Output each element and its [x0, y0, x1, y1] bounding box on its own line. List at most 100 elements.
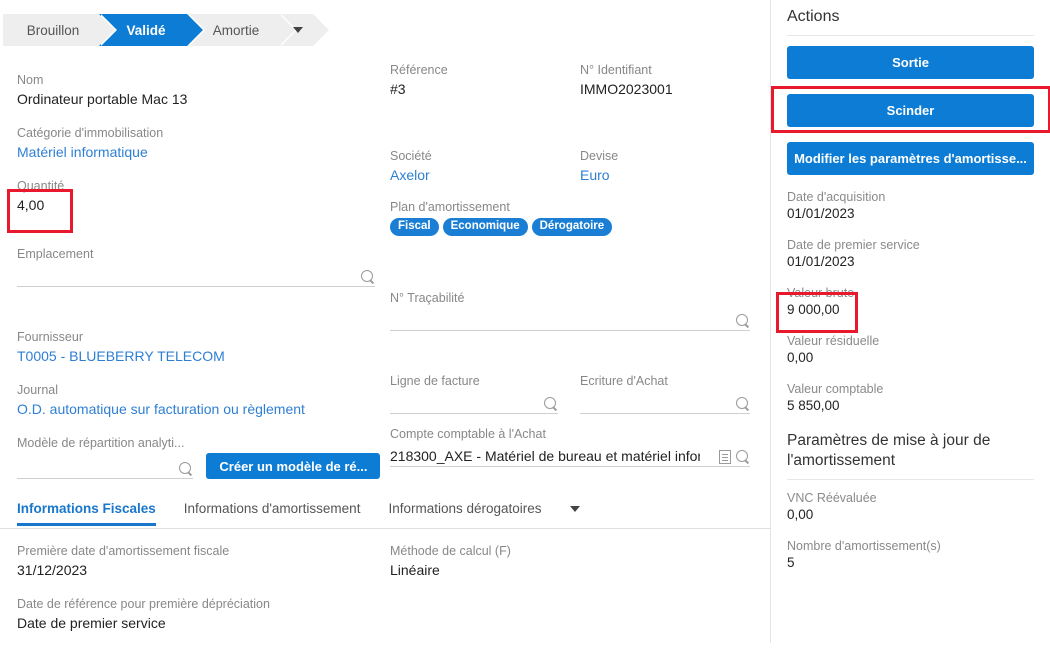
field-label: Ligne de facture: [390, 374, 480, 388]
input-value: 218300_AXE - Matériel de bureau et matér…: [390, 448, 700, 464]
field-modele-repartition: Modèle de répartition analyti... Créer u…: [17, 435, 380, 479]
field-label: Catégorie d'immobilisation: [17, 126, 164, 140]
field-label: Fournisseur: [17, 330, 83, 344]
sidebar-divider-2: [787, 479, 1034, 480]
field-categorie: Catégorie d'immobilisation Matériel info…: [17, 125, 380, 162]
modele-repartition-input[interactable]: [17, 456, 194, 479]
field-label: Valeur résiduelle: [787, 334, 880, 348]
field-value: 5 850,00: [787, 398, 840, 413]
mid-column: Référence #3 N° Identifiant IMMO2023001 …: [380, 54, 770, 495]
search-icon[interactable]: [736, 314, 750, 328]
field-devise: Devise Euro: [580, 148, 618, 185]
ecriture-achat-input[interactable]: [580, 391, 750, 414]
field-societe: Société Axelor: [390, 148, 580, 185]
tab-label: Informations dérogatoires: [388, 501, 542, 516]
status-pipeline[interactable]: Brouillon Validé Amortie: [3, 14, 331, 46]
field-label: Valeur comptable: [787, 382, 884, 396]
field-label: Nom: [17, 73, 44, 87]
field-value[interactable]: O.D. automatique sur facturation ou règl…: [17, 400, 380, 419]
chevron-down-icon: [293, 27, 303, 33]
sidebar-field-valeur-residuelle: Valeur résiduelle 0,00: [787, 333, 1034, 367]
field-label: Emplacement: [17, 247, 94, 261]
field-value: 01/01/2023: [787, 254, 855, 269]
field-label: Société: [390, 149, 432, 163]
tab-bar: Informations Fiscales Informations d'amo…: [0, 498, 770, 529]
field-value: IMMO2023001: [580, 81, 673, 97]
chevron-down-icon[interactable]: [569, 505, 580, 512]
field-value[interactable]: T0005 - BLUEBERRY TELECOM: [17, 347, 380, 366]
field-label: Première date d'amortissement fiscale: [17, 544, 230, 558]
creer-modele-button[interactable]: Créer un modèle de ré...: [206, 453, 380, 479]
highlight-quantite: [7, 189, 73, 233]
status-step-label: Amortie: [212, 22, 260, 38]
plan-badge: Dérogatoire: [531, 218, 613, 236]
field-value: 0,00: [787, 507, 814, 522]
sidebar-divider: [787, 35, 1034, 36]
asset-detail-page: Brouillon Validé Amortie Nom Ordinateur …: [0, 0, 1050, 643]
search-icon[interactable]: [179, 462, 193, 476]
field-ligne-facture: Ligne de facture: [390, 373, 558, 414]
sidebar-field-nombre-amortissements: Nombre d'amortissement(s) 5: [787, 538, 1034, 572]
emplacement-input[interactable]: [17, 264, 375, 287]
field-journal: Journal O.D. automatique sur facturation…: [17, 382, 380, 419]
sidebar-title: Actions: [787, 8, 840, 25]
field-value: 31/12/2023: [17, 562, 88, 578]
field-label: Nombre d'amortissement(s): [787, 539, 941, 553]
field-fournisseur: Fournisseur T0005 - BLUEBERRY TELECOM: [17, 329, 380, 366]
field-value[interactable]: Euro: [580, 166, 618, 185]
tab-label: Informations d'amortissement: [183, 501, 361, 516]
sidebar-section-title: Paramètres de mise à jour de l'amortisse…: [787, 432, 991, 469]
field-identifiant: N° Identifiant IMMO2023001: [580, 62, 673, 99]
field-nom: Nom Ordinateur portable Mac 13: [17, 72, 380, 109]
search-icon[interactable]: [736, 397, 750, 411]
tab-label: Informations Fiscales: [17, 501, 156, 516]
main-panel: Brouillon Validé Amortie Nom Ordinateur …: [0, 0, 770, 643]
actions-sidebar: Actions Sortie Scinder Modifier les para…: [770, 0, 1050, 643]
field-label: Méthode de calcul (F): [390, 544, 511, 558]
document-icon[interactable]: [719, 450, 731, 464]
field-value[interactable]: Matériel informatique: [17, 143, 380, 162]
field-value: 0,00: [787, 350, 814, 365]
field-methode-calcul: Méthode de calcul (F) Linéaire: [390, 543, 770, 580]
field-label: Ecriture d'Achat: [580, 374, 668, 388]
ligne-facture-input[interactable]: [390, 391, 558, 414]
field-label: Date de référence pour première déprécia…: [17, 597, 270, 611]
tab-informations-fiscales[interactable]: Informations Fiscales: [17, 501, 170, 526]
status-step-label: Validé: [126, 22, 166, 38]
field-value: Linéaire: [390, 562, 440, 578]
field-label: Modèle de répartition analyti...: [17, 436, 185, 450]
field-date-reference: Date de référence pour première déprécia…: [17, 596, 390, 633]
sidebar-field-valeur-comptable: Valeur comptable 5 850,00: [787, 381, 1034, 415]
field-label: Plan d'amortissement: [390, 200, 510, 214]
search-icon[interactable]: [736, 450, 750, 464]
tab-informations-amortissement[interactable]: Informations d'amortissement: [170, 501, 375, 525]
tab-informations-derogatoires[interactable]: Informations dérogatoires: [374, 501, 555, 525]
field-value: 01/01/2023: [787, 206, 855, 221]
highlight-valeur-brute: [776, 292, 858, 333]
field-value[interactable]: Axelor: [390, 166, 580, 185]
plan-badge: Economique: [442, 218, 528, 236]
tab-content-fiscales: Première date d'amortissement fiscale 31…: [0, 529, 770, 649]
plan-badge: Fiscal: [390, 218, 439, 236]
field-label: Journal: [17, 383, 58, 397]
compte-comptable-input[interactable]: 218300_AXE - Matériel de bureau et matér…: [390, 444, 750, 467]
field-label: Compte comptable à l'Achat: [390, 427, 546, 441]
status-step-brouillon[interactable]: Brouillon: [3, 14, 117, 46]
field-emplacement: Emplacement: [17, 246, 380, 287]
plan-badge-list: Fiscal Economique Dérogatoire: [390, 218, 770, 236]
field-ecriture-achat: Ecriture d'Achat: [580, 373, 750, 414]
tracabilite-input[interactable]: [390, 308, 750, 331]
status-step-label: Brouillon: [26, 22, 80, 38]
field-value: Ordinateur portable Mac 13: [17, 91, 188, 107]
search-icon[interactable]: [544, 397, 558, 411]
field-tracabilite: N° Traçabilité: [390, 290, 770, 331]
sidebar-field-vnc-reevaluee: VNC Réévaluée 0,00: [787, 490, 1034, 524]
field-label: Référence: [390, 63, 448, 77]
modifier-parametres-button[interactable]: Modifier les paramètres d'amortisse...: [787, 142, 1034, 175]
search-icon[interactable]: [361, 270, 375, 284]
sortie-button[interactable]: Sortie: [787, 46, 1034, 79]
field-label: Date de premier service: [787, 238, 920, 252]
field-compte-comptable: Compte comptable à l'Achat 218300_AXE - …: [390, 426, 770, 467]
field-value: #3: [390, 81, 406, 97]
field-label: N° Traçabilité: [390, 291, 465, 305]
